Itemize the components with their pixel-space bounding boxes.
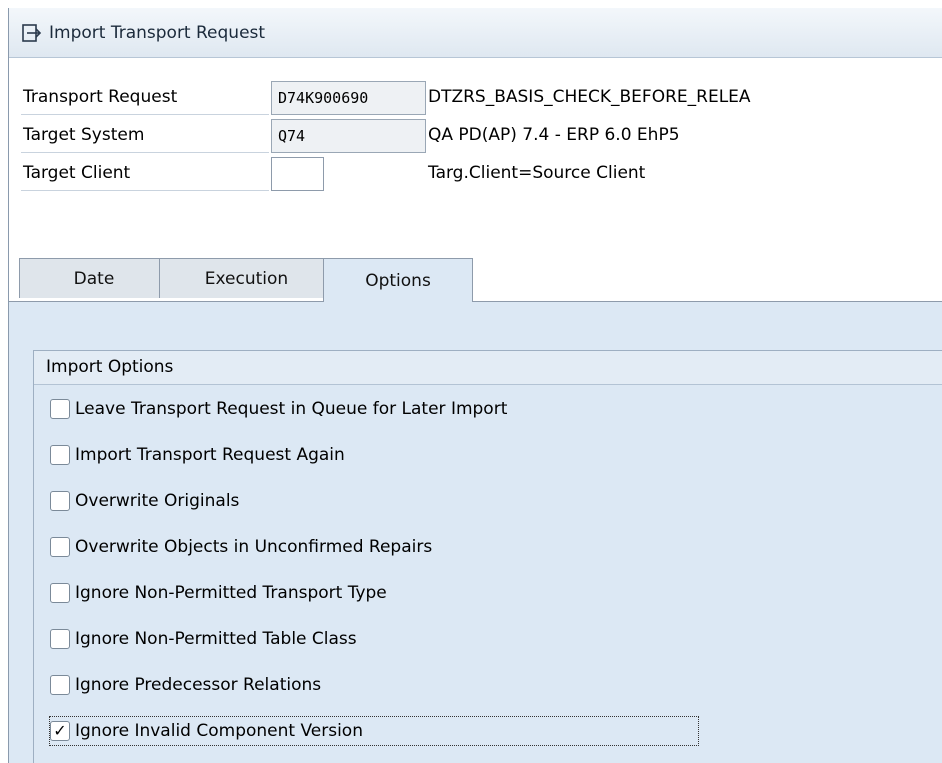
option-import-again[interactable]: Import Transport Request Again (50, 441, 345, 469)
target-system-field[interactable]: Q74 (271, 119, 426, 153)
option-ignore-table-class[interactable]: Ignore Non-Permitted Table Class (50, 625, 357, 653)
option-label: Ignore Non-Permitted Transport Type (75, 583, 387, 603)
option-leave-in-queue[interactable]: Leave Transport Request in Queue for Lat… (50, 395, 507, 423)
target-system-row: Target System Q74 QA PD(AP) 7.4 - ERP 6.… (9, 119, 942, 153)
checkbox[interactable] (50, 583, 70, 603)
option-label: Overwrite Objects in Unconfirmed Repairs (75, 537, 433, 557)
tab-execution-label: Execution (204, 268, 289, 289)
import-transport-request-dialog: Import Transport Request Transport Reque… (8, 8, 942, 763)
checkbox[interactable] (50, 675, 70, 695)
label-divider (21, 114, 269, 115)
tab-strip: Date Execution Options (9, 258, 942, 302)
target-client-label: Target Client (23, 163, 131, 183)
window-title: Import Transport Request (49, 22, 266, 43)
label-divider (21, 190, 269, 191)
option-label: Import Transport Request Again (75, 445, 345, 465)
options-tab-panel: Import Options Leave Transport Request i… (9, 301, 942, 763)
option-label: Ignore Invalid Component Version (75, 721, 363, 741)
checkbox-checked[interactable]: ✓ (50, 721, 70, 741)
import-icon (21, 22, 43, 44)
option-ignore-predecessor-relations[interactable]: Ignore Predecessor Relations (50, 671, 321, 699)
transport-request-description: DTZRS_BASIS_CHECK_BEFORE_RELEA (428, 87, 751, 107)
import-options-group: Import Options Leave Transport Request i… (33, 350, 942, 763)
option-overwrite-unconfirmed-repairs[interactable]: Overwrite Objects in Unconfirmed Repairs (50, 533, 432, 561)
option-ignore-invalid-component-version[interactable]: ✓ Ignore Invalid Component Version (49, 716, 699, 746)
target-client-description: Targ.Client=Source Client (428, 163, 646, 183)
checkbox[interactable] (50, 629, 70, 649)
transport-request-row: Transport Request D74K900690 DTZRS_BASIS… (9, 81, 942, 115)
tab-options[interactable]: Options (323, 258, 473, 302)
transport-request-field[interactable]: D74K900690 (271, 81, 426, 115)
target-client-row: Target Client Targ.Client=Source Client (9, 157, 942, 191)
option-ignore-transport-type[interactable]: Ignore Non-Permitted Transport Type (50, 579, 387, 607)
checkbox[interactable] (50, 491, 70, 511)
checkbox[interactable] (50, 399, 70, 419)
label-divider (21, 152, 269, 153)
option-overwrite-originals[interactable]: Overwrite Originals (50, 487, 239, 515)
tab-options-label: Options (365, 270, 431, 291)
tab-date[interactable]: Date (19, 258, 169, 298)
title-bar: Import Transport Request (9, 8, 942, 58)
checkbox[interactable] (50, 537, 70, 557)
tab-date-label: Date (73, 268, 115, 289)
target-client-field[interactable] (271, 157, 324, 191)
target-system-description: QA PD(AP) 7.4 - ERP 6.0 EhP5 (428, 125, 680, 145)
checkbox[interactable] (50, 445, 70, 465)
option-label: Overwrite Originals (75, 491, 240, 511)
tab-execution[interactable]: Execution (159, 258, 334, 298)
option-label: Ignore Non-Permitted Table Class (75, 629, 357, 649)
import-options-header: Import Options (34, 351, 942, 385)
option-label: Leave Transport Request in Queue for Lat… (75, 399, 508, 419)
option-label: Ignore Predecessor Relations (75, 675, 322, 695)
transport-request-label: Transport Request (23, 87, 178, 107)
import-options-title: Import Options (46, 357, 174, 377)
target-system-label: Target System (23, 125, 145, 145)
